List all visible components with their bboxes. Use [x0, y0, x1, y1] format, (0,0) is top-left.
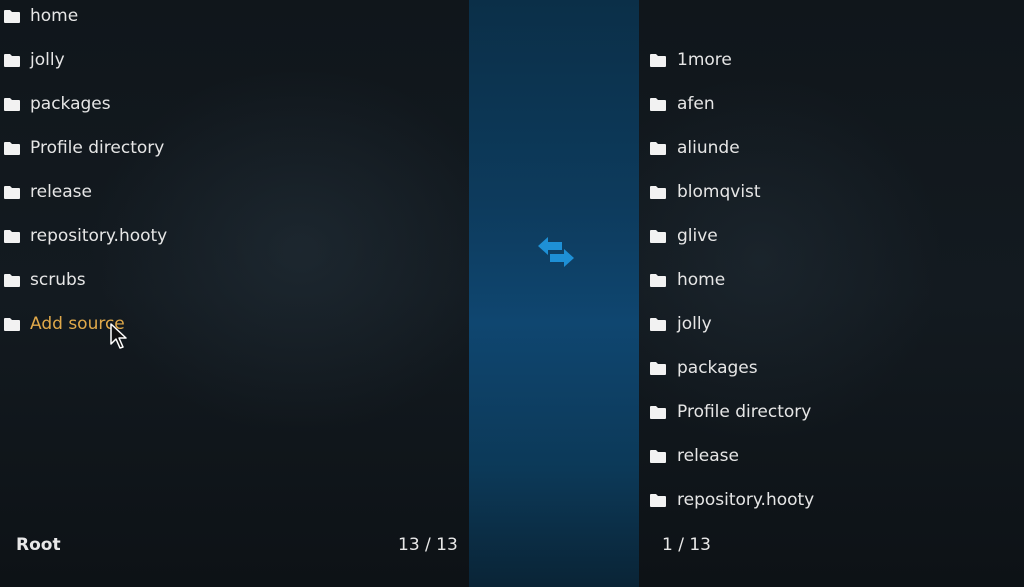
folder-icon [4, 142, 20, 155]
list-item-label: 1more [677, 50, 732, 70]
list-item[interactable]: jolly [0, 38, 468, 82]
list-item-label: home [30, 6, 79, 26]
folder-icon [650, 54, 666, 67]
folder-icon [650, 274, 666, 287]
left-item-count: 13 / 13 [398, 535, 458, 555]
right-item-count: 1 / 13 [662, 535, 711, 555]
list-item[interactable]: afen [639, 82, 1024, 126]
left-pane: home jolly packages Profile directory re… [0, 0, 468, 587]
list-item-label: release [677, 446, 739, 466]
list-item[interactable]: blomqvist [639, 170, 1024, 214]
folder-icon [4, 186, 20, 199]
folder-icon [4, 54, 20, 67]
list-item[interactable]: scrubs [0, 258, 468, 302]
folder-icon [650, 98, 666, 111]
list-item-label: packages [677, 358, 758, 378]
list-item[interactable]: packages [639, 346, 1024, 390]
list-item-label: repository.hooty [677, 490, 815, 510]
right-pane: 1more afen aliunde blomqvist glive home [639, 0, 1024, 587]
center-swap-strip[interactable] [469, 0, 639, 587]
folder-icon [4, 10, 20, 23]
list-item-label: jolly [30, 50, 65, 70]
folder-icon [4, 274, 20, 287]
mouse-cursor-icon [110, 323, 127, 349]
current-path-label: Root [16, 535, 61, 555]
folder-icon [650, 318, 666, 331]
add-source-item[interactable]: Add source [0, 302, 468, 346]
folder-icon [4, 98, 20, 111]
folder-icon [650, 142, 666, 155]
list-item-label: afen [677, 94, 715, 114]
list-item-label: blomqvist [677, 182, 761, 202]
list-item-label: scrubs [30, 270, 86, 290]
folder-icon [650, 494, 666, 507]
folder-icon [650, 186, 666, 199]
folder-icon [650, 362, 666, 375]
folder-icon [650, 406, 666, 419]
list-item-label: jolly [677, 314, 712, 334]
list-item-label: aliunde [677, 138, 740, 158]
list-item-label: Profile directory [677, 402, 812, 422]
file-manager: home jolly packages Profile directory re… [0, 0, 1024, 587]
list-item-label: repository.hooty [30, 226, 168, 246]
list-item-label: packages [30, 94, 111, 114]
folder-icon [650, 450, 666, 463]
list-item-label: release [30, 182, 92, 202]
list-item[interactable]: repository.hooty [0, 214, 468, 258]
list-item-label: home [677, 270, 726, 290]
list-item[interactable]: release [0, 170, 468, 214]
list-item[interactable]: glive [639, 214, 1024, 258]
list-item[interactable]: jolly [639, 302, 1024, 346]
folder-icon [650, 230, 666, 243]
list-item[interactable]: home [0, 0, 468, 38]
list-item[interactable]: packages [0, 82, 468, 126]
folder-icon [4, 230, 20, 243]
list-item[interactable]: repository.hooty [639, 478, 1024, 522]
list-item-label: Profile directory [30, 138, 165, 158]
list-item-label: glive [677, 226, 718, 246]
list-item[interactable]: 1more [639, 38, 1024, 82]
list-item[interactable]: Profile directory [639, 390, 1024, 434]
folder-icon [4, 318, 20, 331]
swap-arrows-icon[interactable] [536, 234, 576, 270]
list-item[interactable]: Profile directory [0, 126, 468, 170]
left-file-list: home jolly packages Profile directory re… [0, 0, 468, 346]
list-item[interactable]: release [639, 434, 1024, 478]
list-item[interactable]: aliunde [639, 126, 1024, 170]
right-file-list: 1more afen aliunde blomqvist glive home [639, 38, 1024, 522]
list-item[interactable]: home [639, 258, 1024, 302]
